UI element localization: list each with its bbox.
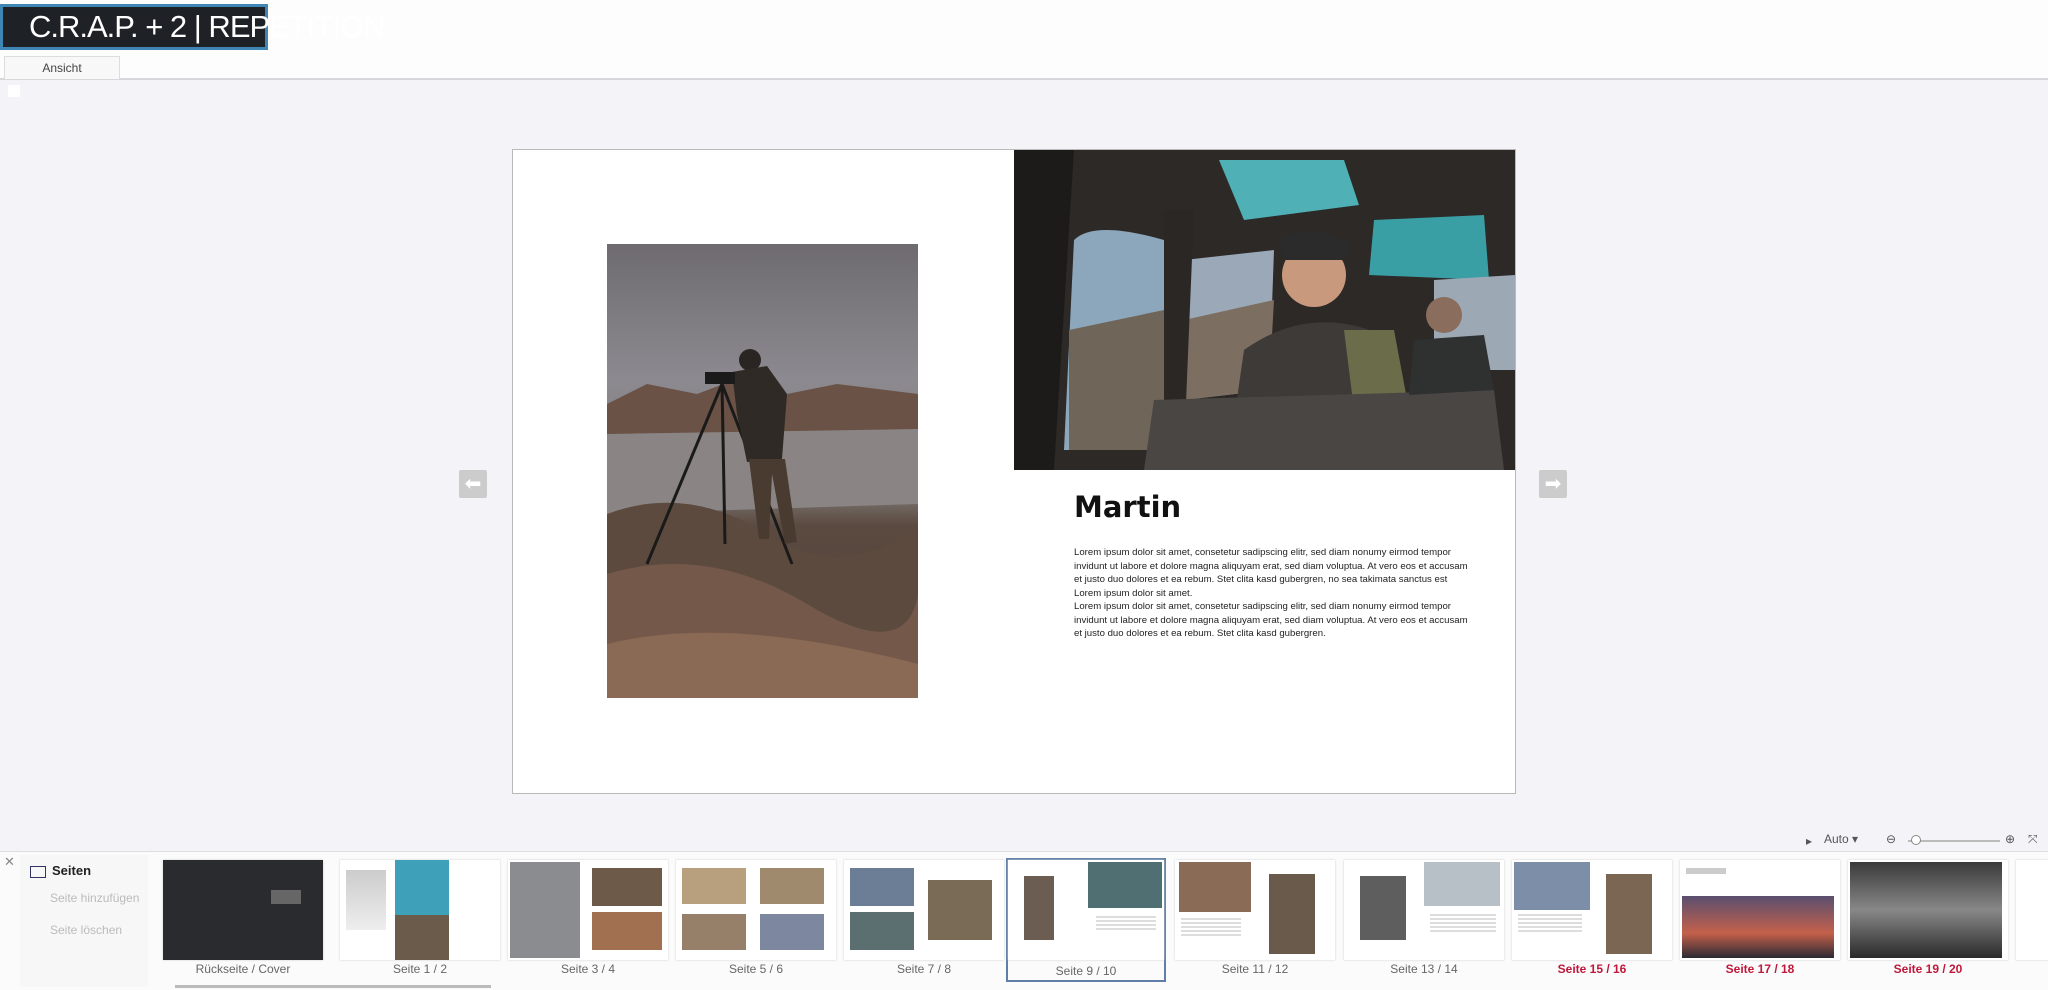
strip-scrollbar[interactable] (175, 985, 491, 988)
zoom-out-icon[interactable]: ⊖ (1886, 832, 1896, 846)
pages-heading: Seiten (30, 863, 91, 878)
thumb-label: Seite 1 / 2 (392, 962, 448, 976)
helicopter-image (1014, 150, 1515, 470)
thumb-page-1-2[interactable]: Seite 1 / 2 (340, 860, 500, 980)
photo-helicopter[interactable] (1014, 150, 1515, 470)
next-page-arrow-icon[interactable]: ➡ (1539, 470, 1567, 498)
thumb-label: Seite 19 / 20 (1893, 962, 1963, 976)
delete-page-button[interactable]: Seite löschen (50, 923, 122, 937)
body-paragraph-1: Lorem ipsum dolor sit amet, consetetur s… (1074, 547, 1468, 599)
thumb-label: Seite 11 / 12 (1221, 962, 1289, 976)
thumb-page-11-12[interactable]: Seite 11 / 12 (1175, 860, 1335, 980)
workspace-corner (8, 85, 20, 97)
zoom-slider-handle[interactable] (1911, 835, 1921, 845)
zoom-prev-icon[interactable]: ▸ (1806, 834, 1812, 848)
thumb-label: Seite 9 / 10 (1055, 964, 1117, 978)
pages-panel: Seiten Seite hinzufügen Seite löschen (20, 855, 148, 987)
thumb-page-5-6[interactable]: Seite 5 / 6 (676, 860, 836, 980)
zoom-in-icon[interactable]: ⊕ (2005, 832, 2015, 846)
pages-icon (30, 865, 46, 878)
thumb-cover[interactable]: Rückseite / Cover (163, 860, 323, 980)
pages-heading-label: Seiten (52, 863, 92, 878)
thumb-label: Seite 13 / 14 (1390, 962, 1458, 976)
body-paragraph-2: Lorem ipsum dolor sit amet, consetetur s… (1074, 601, 1468, 639)
thumb-page-13-14[interactable]: Seite 13 / 14 (1344, 860, 1504, 980)
thumb-page-7-8[interactable]: Seite 7 / 8 (844, 860, 1004, 980)
thumb-label: Rückseite / Cover (195, 962, 291, 976)
thumb-page-17-18[interactable]: Seite 17 / 18 (1680, 860, 1840, 980)
thumb-page-19-20[interactable]: Seite 19 / 20 (1848, 860, 2008, 980)
thumb-label: Seite 17 / 18 (1725, 962, 1795, 976)
page-body[interactable]: Lorem ipsum dolor sit amet, consetetur s… (1074, 546, 1474, 641)
thumb-page-15-16[interactable]: Seite 15 / 16 (1512, 860, 1672, 980)
close-panel-icon[interactable]: ✕ (4, 855, 18, 869)
zoom-slider-track[interactable] (1908, 840, 2000, 842)
zoom-select[interactable]: Auto ▾ (1824, 832, 1858, 846)
thumb-next-partial[interactable] (2016, 860, 2048, 980)
thumb-label: Seite 15 / 16 (1557, 962, 1627, 976)
tab-ansicht[interactable]: Ansicht (4, 56, 120, 79)
thumb-label: Seite 3 / 4 (560, 962, 616, 976)
fit-page-icon[interactable]: ⤧ (2028, 832, 2038, 847)
thumb-label: Seite 5 / 6 (728, 962, 784, 976)
add-page-button[interactable]: Seite hinzufügen (50, 891, 139, 905)
add-page-label: Seite hinzufügen (50, 891, 140, 905)
photo-photographer[interactable] (607, 244, 918, 698)
page-title[interactable]: Martin (1074, 490, 1181, 524)
prev-page-arrow-icon[interactable]: ⬅ (459, 470, 487, 498)
delete-page-label: Seite löschen (50, 923, 123, 937)
thumb-page-3-4[interactable]: Seite 3 / 4 (508, 860, 668, 980)
zoom-value: Auto (1824, 832, 1849, 846)
photographer-image (607, 244, 918, 698)
thumb-page-9-10[interactable]: Seite 9 / 10 (1006, 858, 1166, 982)
thumb-label: Seite 7 / 8 (896, 962, 952, 976)
app-title: C.R.A.P. + 2 | REPETITION (0, 4, 385, 50)
